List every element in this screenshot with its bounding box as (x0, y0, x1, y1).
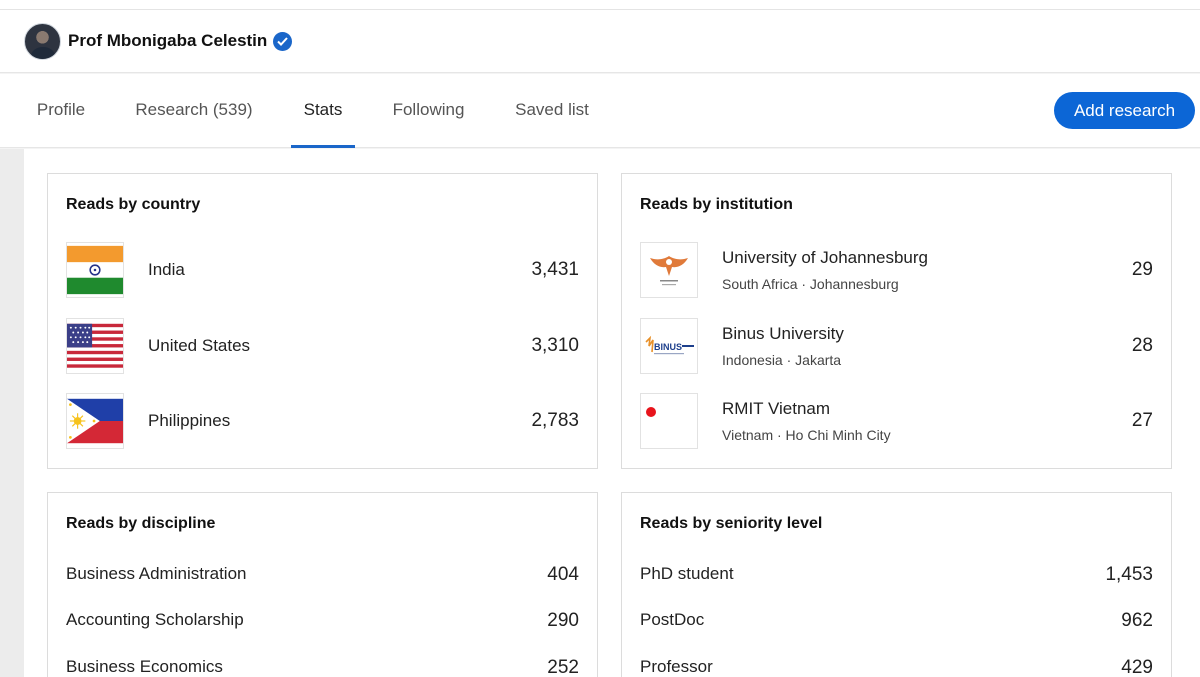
tab-profile[interactable]: Profile (35, 74, 87, 148)
binus-logo-icon: BINUS (640, 318, 698, 374)
discipline-name: Business Economics (66, 657, 223, 676)
left-gutter (0, 149, 24, 677)
uj-logo-icon (640, 242, 698, 298)
institution-location: Indonesia · Jakarta (722, 352, 842, 368)
list-item[interactable]: BINUS Binus University Indonesia · Jakar… (640, 318, 1153, 374)
list-item[interactable]: United States 3,310 (66, 318, 579, 374)
reads-by-institution-card: Reads by institution University of Johan… (621, 173, 1172, 469)
card-title: Reads by institution (640, 196, 793, 213)
tab-saved-list[interactable]: Saved list (512, 74, 592, 148)
tab-stats[interactable]: Stats (291, 74, 355, 148)
add-research-button[interactable]: Add research (1054, 92, 1195, 129)
card-title: Reads by seniority level (640, 515, 823, 532)
profile-header: Prof Mbonigaba Celestin (0, 10, 1200, 73)
list-item[interactable]: India 3,431 (66, 242, 579, 298)
institution-info: Binus University Indonesia · Jakarta (722, 324, 1132, 368)
list-item[interactable]: PostDoc 962 (640, 610, 1153, 632)
institution-name[interactable]: RMIT Vietnam (722, 399, 1132, 419)
reads-count: 29 (1131, 259, 1153, 280)
tab-following[interactable]: Following (390, 74, 467, 148)
list-item[interactable]: Business Economics 252 (66, 657, 579, 677)
tab-research[interactable]: Research (539) (132, 74, 256, 148)
list-item[interactable]: Business Administration 404 (66, 564, 579, 586)
svg-text:BINUS: BINUS (654, 342, 682, 352)
avatar[interactable] (24, 22, 61, 60)
card-title: Reads by discipline (66, 515, 216, 532)
list-item[interactable]: University of Johannesburg South Africa … (640, 242, 1153, 298)
reads-by-discipline-card: Reads by discipline Business Administrat… (47, 492, 598, 677)
reads-count: 1,453 (1105, 564, 1153, 585)
country-name: India (148, 260, 185, 279)
country-name: Philippines (148, 411, 231, 430)
verified-badge-icon (273, 31, 293, 51)
profile-name[interactable]: Prof Mbonigaba Celestin (68, 31, 267, 51)
institution-location: South Africa · Johannesburg (722, 276, 899, 292)
reads-by-seniority-card: Reads by seniority level PhD student 1,4… (621, 492, 1172, 677)
reads-count: 3,310 (531, 335, 579, 356)
list-item[interactable]: PhD student 1,453 (640, 564, 1153, 586)
discipline-name: Business Administration (66, 564, 247, 583)
seniority-name: PhD student (640, 564, 734, 583)
card-title: Reads by country (66, 196, 201, 213)
institution-location: Vietnam · Ho Chi Minh City (722, 427, 891, 443)
rmit-logo-icon (640, 393, 698, 449)
reads-count: 429 (1121, 657, 1153, 677)
discipline-name: Accounting Scholarship (66, 610, 244, 629)
seniority-name: Professor (640, 657, 713, 676)
country-name: United States (148, 336, 251, 355)
institution-info: RMIT Vietnam Vietnam · Ho Chi Minh City (722, 399, 1132, 443)
institution-name[interactable]: Binus University (722, 324, 1132, 344)
list-item[interactable]: Philippines 2,783 (66, 393, 579, 449)
top-bar (0, 0, 1200, 10)
reads-count: 28 (1131, 335, 1153, 356)
reads-count: 2,783 (531, 410, 579, 431)
reads-count: 3,431 (531, 259, 579, 280)
philippines-flag-icon (66, 393, 124, 449)
reads-count: 290 (547, 610, 579, 631)
reads-by-country-card: Reads by country India 3,431 United Stat… (47, 173, 598, 469)
seniority-name: PostDoc (640, 610, 705, 629)
institution-info: University of Johannesburg South Africa … (722, 248, 1132, 292)
reads-count: 27 (1131, 410, 1153, 431)
us-flag-icon (66, 318, 124, 374)
institution-name[interactable]: University of Johannesburg (722, 248, 1132, 268)
reads-count: 404 (547, 564, 579, 585)
list-item[interactable]: Accounting Scholarship 290 (66, 610, 579, 632)
profile-tabs: Profile Research (539) Stats Following S… (0, 74, 1200, 148)
list-item[interactable]: Professor 429 (640, 657, 1153, 677)
reads-count: 252 (547, 657, 579, 677)
list-item[interactable]: RMIT Vietnam Vietnam · Ho Chi Minh City … (640, 393, 1153, 449)
india-flag-icon (66, 242, 124, 298)
reads-count: 962 (1121, 610, 1153, 631)
